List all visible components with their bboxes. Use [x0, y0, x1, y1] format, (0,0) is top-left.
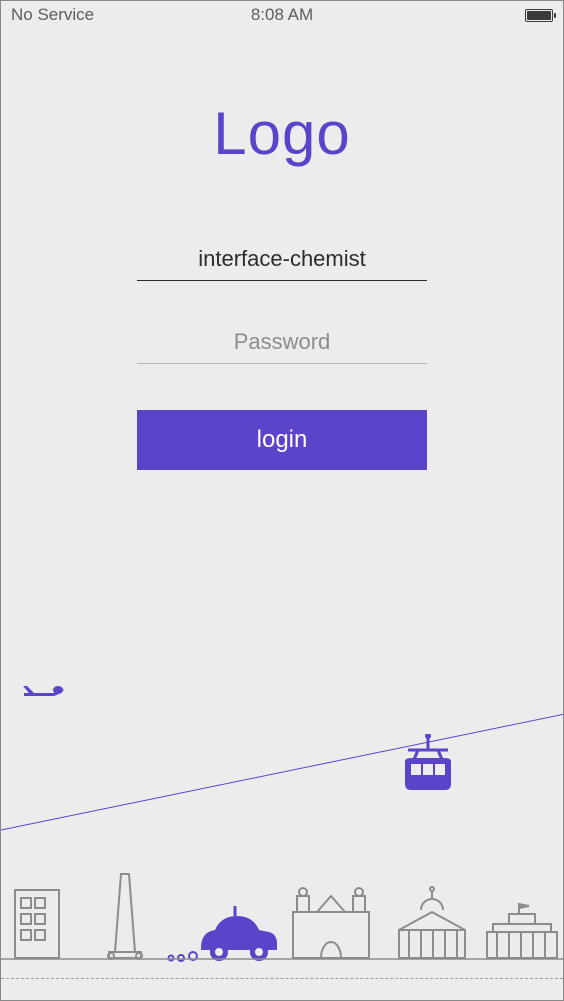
illustration — [1, 660, 563, 1000]
government-building — [487, 904, 557, 958]
status-carrier: No Service — [11, 5, 192, 25]
office-building — [15, 890, 59, 958]
fort-building — [293, 888, 369, 958]
username-field[interactable] — [137, 238, 427, 281]
car-icon — [169, 906, 278, 961]
app-logo: Logo — [1, 99, 563, 168]
capitol-building — [399, 887, 465, 958]
login-form: login — [137, 238, 427, 470]
road — [1, 956, 563, 1000]
password-field[interactable] — [137, 321, 427, 364]
skyline — [1, 856, 564, 966]
battery-icon — [525, 9, 553, 22]
monument — [108, 874, 142, 959]
login-button[interactable]: login — [137, 410, 427, 470]
login-screen: No Service 8:08 AM Logo login — [0, 0, 564, 1001]
status-time: 8:08 AM — [192, 5, 373, 25]
status-bar: No Service 8:08 AM — [1, 1, 563, 29]
cablecar-icon — [393, 734, 463, 804]
plane-icon — [19, 678, 69, 708]
